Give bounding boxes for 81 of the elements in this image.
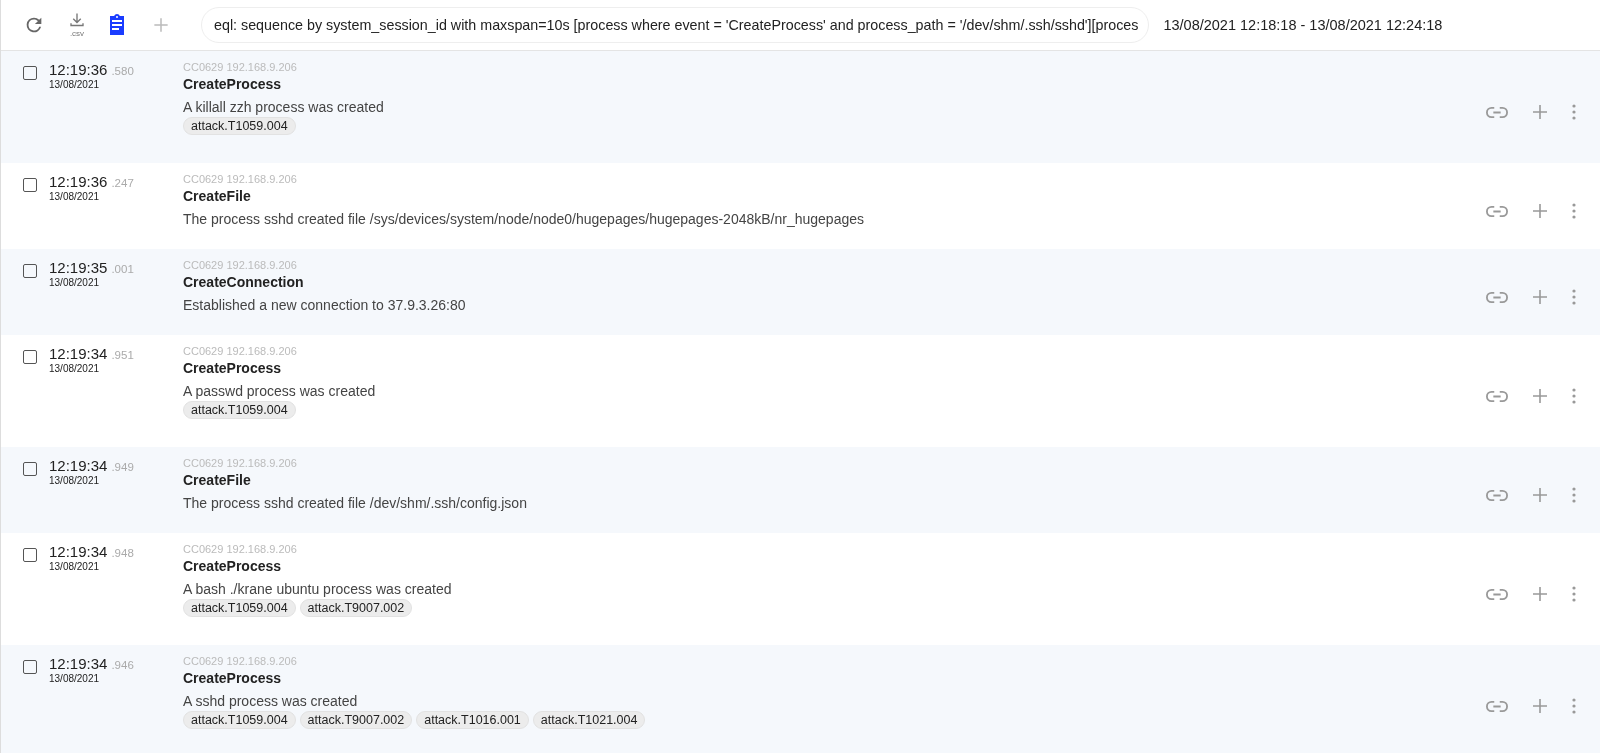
attack-tag[interactable]: attack.T1059.004 xyxy=(183,711,296,729)
event-time: 12:19:36 xyxy=(49,173,108,190)
event-milliseconds: .580 xyxy=(111,65,134,77)
add-icon[interactable] xyxy=(1532,487,1548,503)
event-time: 12:19:35 xyxy=(49,259,108,276)
event-source: CC0629 192.168.9.206 xyxy=(183,173,297,185)
link-icon[interactable] xyxy=(1486,105,1508,119)
add-icon[interactable] xyxy=(1532,586,1548,602)
event-source: CC0629 192.168.9.206 xyxy=(183,61,297,73)
checkbox[interactable] xyxy=(23,462,37,476)
event-source: CC0629 192.168.9.206 xyxy=(183,543,297,555)
link-icon[interactable] xyxy=(1486,290,1508,304)
more-icon[interactable] xyxy=(1572,289,1576,305)
event-source: CC0629 192.168.9.206 xyxy=(183,345,297,357)
event-type: CreateFile xyxy=(183,472,251,488)
event-source: CC0629 192.168.9.206 xyxy=(183,259,297,271)
event-type: CreateProcess xyxy=(183,670,282,686)
checkbox[interactable] xyxy=(23,178,37,192)
event-date: 13/08/2021 xyxy=(49,475,101,486)
more-icon[interactable] xyxy=(1572,698,1576,714)
add-icon[interactable] xyxy=(1532,289,1548,305)
attack-tag[interactable]: attack.T9007.002 xyxy=(299,599,413,617)
add-icon[interactable] xyxy=(1532,388,1548,404)
event-milliseconds: .001 xyxy=(111,263,134,275)
event-milliseconds: .949 xyxy=(111,461,134,473)
link-icon[interactable] xyxy=(1486,389,1508,403)
event-milliseconds: .946 xyxy=(111,659,134,671)
event-source: CC0629 192.168.9.206 xyxy=(183,457,297,469)
more-icon[interactable] xyxy=(1572,487,1576,503)
event-milliseconds: .951 xyxy=(111,349,134,361)
more-icon[interactable] xyxy=(1572,388,1576,404)
event-time: 12:19:36 xyxy=(49,61,108,78)
checkbox[interactable] xyxy=(23,350,37,364)
event-type: CreateProcess xyxy=(183,76,282,92)
checkbox[interactable] xyxy=(23,660,37,674)
time-range[interactable]: 13/08/2021 12:18:18 - 13/08/2021 12:24:18 xyxy=(1163,17,1443,33)
add-icon[interactable] xyxy=(1532,203,1548,219)
checkbox[interactable] xyxy=(23,264,37,278)
event-date: 13/08/2021 xyxy=(49,363,101,374)
event-description: A bash ./krane ubuntu process was created xyxy=(183,581,452,597)
event-description: The process sshd created file /sys/devices/system/node/node0/hugepages/hugepages-2048kB/nr_hugepages xyxy=(183,211,864,227)
attack-tag[interactable]: attack.T1059.004 xyxy=(183,401,296,419)
link-icon[interactable] xyxy=(1486,587,1508,601)
event-type: CreateFile xyxy=(183,188,251,204)
event-milliseconds: .948 xyxy=(111,547,134,559)
event-date: 13/08/2021 xyxy=(49,79,101,90)
event-description: Established a new connection to 37.9.3.26:80 xyxy=(183,297,466,313)
event-description: A sshd process was created xyxy=(183,693,358,709)
add-icon[interactable] xyxy=(1532,698,1548,714)
event-source: CC0629 192.168.9.206 xyxy=(183,655,297,667)
event-type: CreateProcess xyxy=(183,360,282,376)
link-icon[interactable] xyxy=(1486,488,1508,502)
add-icon[interactable] xyxy=(151,15,171,35)
attack-tag[interactable]: attack.T9007.002 xyxy=(299,711,413,729)
add-icon[interactable] xyxy=(1532,104,1548,120)
more-icon[interactable] xyxy=(1572,104,1576,120)
event-date: 13/08/2021 xyxy=(49,277,101,288)
checkbox[interactable] xyxy=(23,548,37,562)
link-icon[interactable] xyxy=(1486,699,1508,713)
attack-tag[interactable]: attack.T1021.004 xyxy=(532,711,646,729)
event-description: The process sshd created file /dev/shm/.ssh/config.json xyxy=(183,495,527,511)
event-description: A passwd process was created xyxy=(183,383,376,399)
csv-download-button[interactable]: .csv xyxy=(67,12,87,38)
attack-tag[interactable]: attack.T1016.001 xyxy=(416,711,529,729)
checkbox[interactable] xyxy=(23,66,37,80)
event-description: A killall zzh process was created xyxy=(183,99,384,115)
more-icon[interactable] xyxy=(1572,203,1576,219)
event-time: 12:19:34 xyxy=(49,345,108,362)
event-time: 12:19:34 xyxy=(49,655,108,672)
event-time: 12:19:34 xyxy=(49,457,108,474)
attack-tag[interactable]: attack.T1059.004 xyxy=(183,599,296,617)
attack-tag[interactable]: attack.T1059.004 xyxy=(183,117,296,135)
event-milliseconds: .247 xyxy=(111,177,134,189)
event-date: 13/08/2021 xyxy=(49,673,101,684)
event-date: 13/08/2021 xyxy=(49,191,101,202)
event-type: CreateConnection xyxy=(183,274,304,290)
event-date: 13/08/2021 xyxy=(49,561,101,572)
link-icon[interactable] xyxy=(1486,204,1508,218)
more-icon[interactable] xyxy=(1572,586,1576,602)
event-type: CreateProcess xyxy=(183,558,282,574)
event-time: 12:19:34 xyxy=(49,543,108,560)
